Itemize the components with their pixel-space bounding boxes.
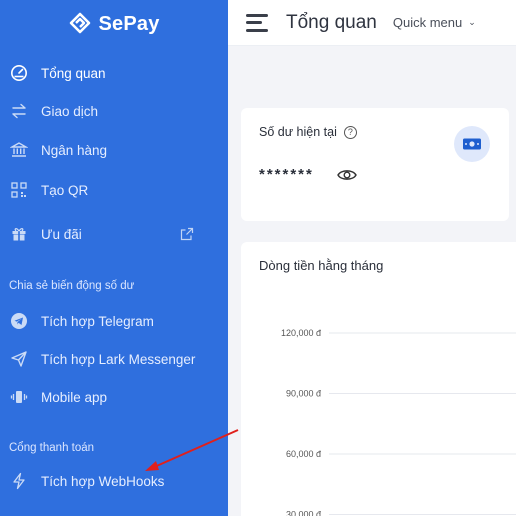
sidebar-item-label: Mobile app <box>41 389 108 405</box>
banknote-icon <box>463 138 481 150</box>
brand-name: SePay <box>98 12 160 35</box>
send-icon <box>10 350 28 368</box>
sidebar-item-label: Tích hợp WebHooks <box>41 473 165 489</box>
section-title-payment-gateway: Cổng thanh toán <box>9 442 95 454</box>
top-header: Tổng quan Quick menu ⌄ <box>228 0 516 46</box>
sidebar-item-mobile-app[interactable]: Mobile app <box>0 382 228 412</box>
qr-code-icon <box>10 181 28 199</box>
mobile-vibrate-icon <box>10 388 28 406</box>
brand[interactable]: SePay <box>0 0 228 48</box>
hamburger-menu-icon[interactable] <box>246 13 268 32</box>
balance-card: Số dư hiện tại ? ******* <box>241 108 509 221</box>
quick-menu-dropdown[interactable]: Quick menu ⌄ <box>393 15 476 30</box>
y-tick-label: 90,000 đ <box>286 389 321 399</box>
sidebar-item-offers[interactable]: Ưu đãi <box>0 219 228 249</box>
telegram-icon <box>10 312 28 330</box>
cashflow-card: Dòng tiền hằng tháng 120,000 đ 90,000 đ 60… <box>241 242 516 516</box>
dashboard-gauge-icon <box>10 64 28 82</box>
page-title: Tổng quan <box>286 11 377 33</box>
balance-value: ******* <box>259 166 314 183</box>
sidebar-item-telegram[interactable]: Tích hợp Telegram <box>0 306 228 336</box>
y-tick-label: 120,000 đ <box>281 328 321 338</box>
sidebar-item-lark-messenger[interactable]: Tích hợp Lark Messenger <box>0 344 228 374</box>
y-tick-label: 60,000 đ <box>286 449 321 459</box>
money-badge <box>454 126 490 162</box>
external-link-icon <box>180 227 194 241</box>
eye-icon[interactable] <box>337 168 357 182</box>
sepay-logo-icon <box>70 12 91 34</box>
sidebar-item-label: Giao dịch <box>41 103 99 119</box>
sidebar-item-overview[interactable]: Tổng quan <box>0 58 228 88</box>
help-icon[interactable]: ? <box>343 125 357 139</box>
sidebar-item-bank[interactable]: Ngân hàng <box>0 135 228 165</box>
lightning-icon <box>10 472 28 490</box>
sidebar-item-label: Tích hợp Telegram <box>41 313 154 329</box>
sidebar-item-label: Tích hợp Lark Messenger <box>41 351 196 367</box>
sidebar-item-label: Tổng quan <box>41 65 106 81</box>
balance-title-row: Số dư hiện tại ? <box>259 125 357 139</box>
gift-icon <box>10 225 28 243</box>
transfer-arrows-icon <box>10 102 28 120</box>
sidebar-item-label: Ưu đãi <box>41 226 82 242</box>
sidebar-item-label: Ngân hàng <box>41 142 108 158</box>
sidebar: SePay Tổng quan Giao dịch Ngân hàng Tạo … <box>0 0 228 516</box>
chevron-down-icon: ⌄ <box>468 17 476 27</box>
sidebar-item-webhooks[interactable]: Tích hợp WebHooks <box>0 466 228 496</box>
bank-icon <box>10 141 28 159</box>
y-tick-label: 30,000 đ <box>286 510 321 516</box>
sidebar-item-label: Tạo QR <box>41 182 89 198</box>
balance-title: Số dư hiện tại <box>259 125 337 139</box>
sidebar-item-create-qr[interactable]: Tạo QR <box>0 175 228 205</box>
quick-menu-label: Quick menu <box>392 15 463 30</box>
sidebar-item-transactions[interactable]: Giao dịch <box>0 96 228 126</box>
section-title-balance-sharing: Chia sẻ biến động số dư <box>9 280 135 292</box>
cashflow-chart: 120,000 đ 90,000 đ 60,000 đ 30,000 đ <box>281 328 516 516</box>
